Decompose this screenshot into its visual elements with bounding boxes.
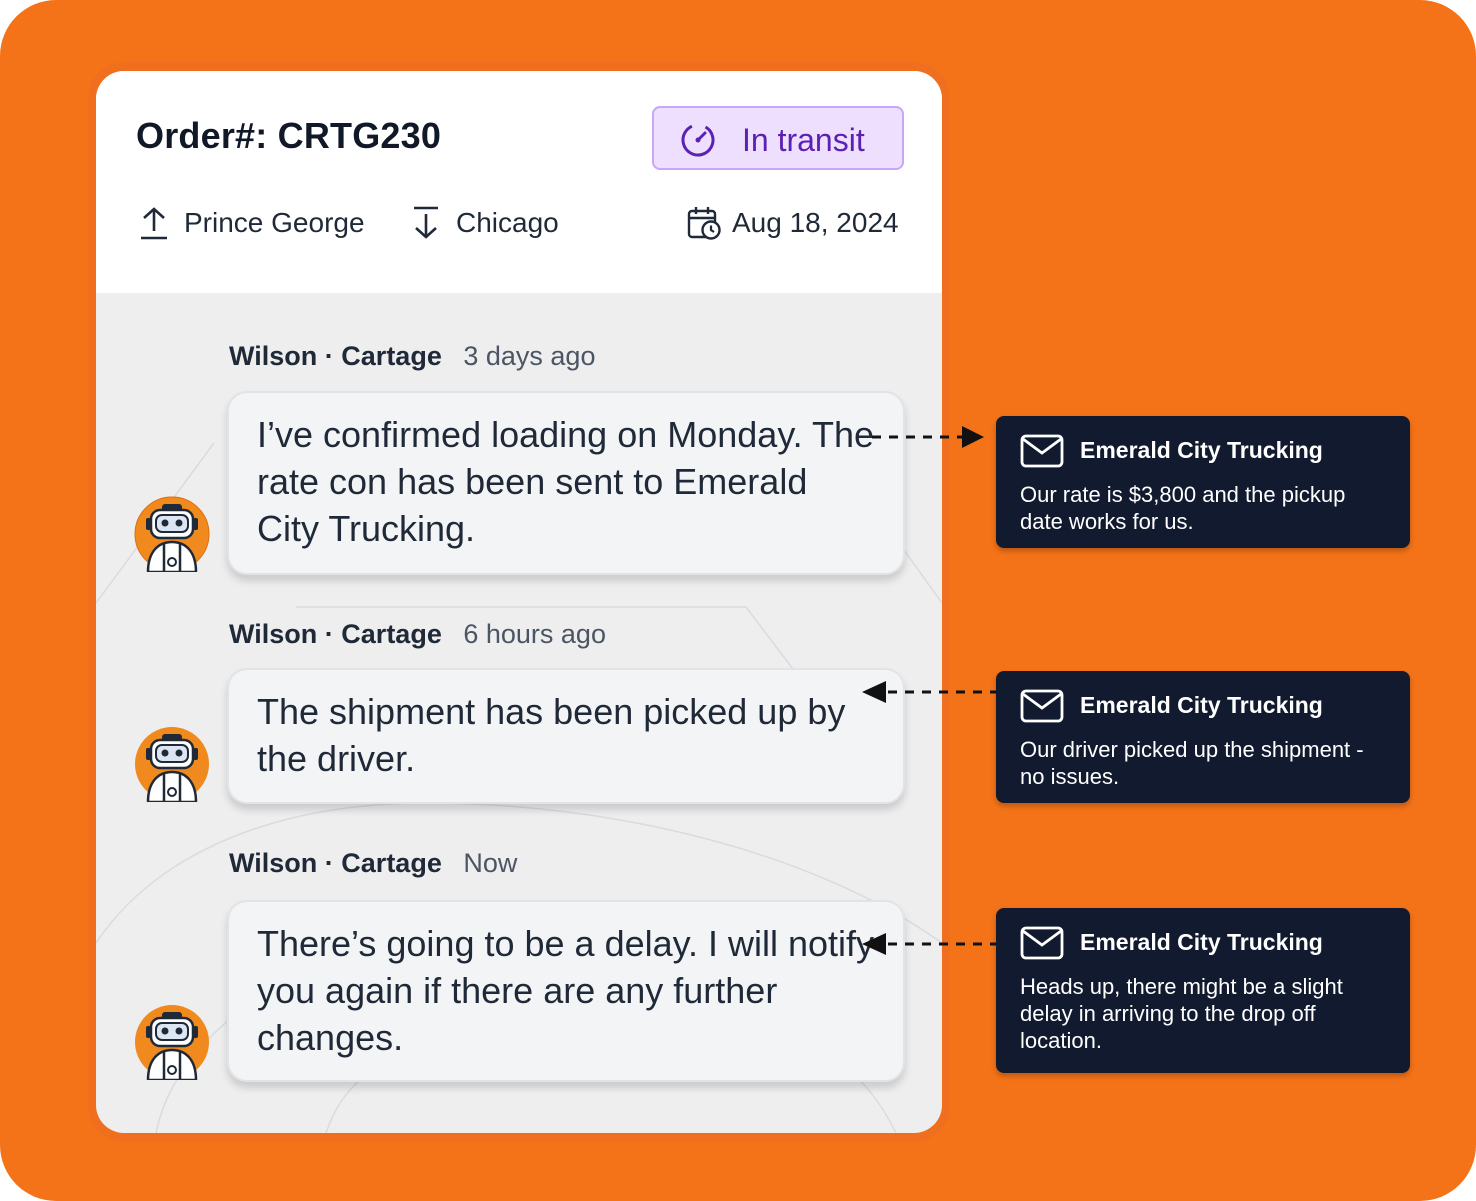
sender-name: Wilson [229, 848, 318, 878]
message-time: Now [463, 848, 518, 878]
email-card[interactable]: Emerald City Trucking Heads up, there mi… [996, 908, 1410, 1073]
status-label: In transit [742, 122, 865, 158]
page-background: Order#: CRTG230 In transit Prince George [0, 0, 1476, 1201]
date-label: Aug 18, 2024 [732, 207, 899, 238]
email-card[interactable]: Emerald City Trucking Our rate is $3,800… [996, 416, 1410, 548]
envelope-icon [1020, 689, 1064, 723]
email-message: Our driver picked up the shipment - no i… [1020, 737, 1364, 789]
message-bubble[interactable]: The shipment has been picked up by the d… [227, 668, 905, 804]
message-sender: Wilson · Cartage 3 days ago [229, 341, 595, 372]
message-bubble[interactable]: There’s going to be a delay. I will noti… [227, 900, 905, 1082]
email-sender: Emerald City Trucking [1080, 692, 1323, 718]
message-sender: Wilson · Cartage 6 hours ago [229, 619, 606, 650]
message-time: 3 days ago [463, 341, 596, 371]
order-title: Order#: CRTG230 [136, 115, 442, 156]
envelope-icon [1020, 926, 1064, 960]
arrow-from-email-icon [862, 933, 996, 955]
envelope-icon [1020, 434, 1064, 468]
sender-company: Cartage [341, 619, 442, 649]
sender-separator: · [324, 341, 334, 371]
sender-company: Cartage [341, 341, 442, 371]
message-sender: Wilson · Cartage Now [229, 848, 517, 879]
robot-avatar-icon [135, 1005, 209, 1080]
arrow-to-email-icon [872, 426, 984, 448]
origin-label: Prince George [184, 207, 365, 238]
robot-avatar-icon [135, 727, 209, 802]
arrow-from-email-icon [862, 681, 996, 703]
sender-name: Wilson [229, 619, 318, 649]
sender-separator: · [324, 619, 334, 649]
message-bubble[interactable]: I’ve confirmed loading on Monday. The ra… [227, 391, 905, 575]
status-badge[interactable]: In transit [652, 106, 904, 170]
message-time: 6 hours ago [463, 619, 606, 649]
order-header: Order#: CRTG230 In transit Prince George [96, 71, 942, 293]
email-sender: Emerald City Trucking [1080, 437, 1323, 463]
robot-avatar-icon [134, 496, 210, 572]
sender-separator: · [324, 848, 334, 878]
download-arrow-icon [414, 206, 438, 239]
email-message: Heads up, there might be a slight delay … [1020, 974, 1343, 1053]
gauge-icon [681, 123, 715, 157]
sender-name: Wilson [229, 341, 318, 371]
calendar-clock-icon [687, 207, 721, 240]
sender-company: Cartage [341, 848, 442, 878]
email-sender: Emerald City Trucking [1080, 929, 1323, 955]
order-card: Order#: CRTG230 In transit Prince George [96, 71, 942, 1133]
email-card[interactable]: Emerald City Trucking Our driver picked … [996, 671, 1410, 803]
email-message: Our rate is $3,800 and the pickup date w… [1020, 482, 1346, 534]
upload-arrow-icon [141, 207, 167, 240]
destination-label: Chicago [456, 207, 559, 238]
